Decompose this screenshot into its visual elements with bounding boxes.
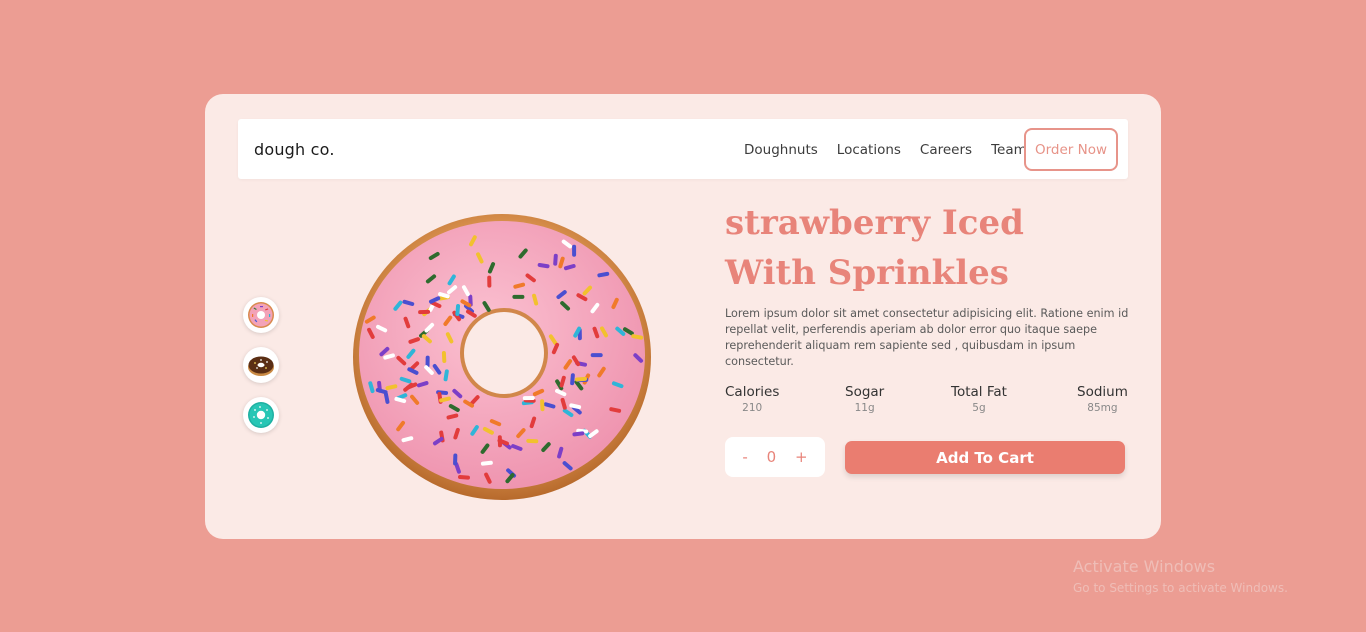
windows-activation-watermark: Activate Windows Go to Settings to activ… [1073,557,1288,595]
chocolate-donut-icon [248,356,274,376]
nutrition-value: 210 [742,402,763,414]
watermark-subtitle: Go to Settings to activate Windows. [1073,581,1288,595]
quantity-stepper: - 0 + [725,437,825,477]
mint-donut-icon [248,402,274,428]
nutrition-sodium: Sodium 85mg [1077,384,1128,414]
sprinkle [526,438,539,444]
nav-link-careers[interactable]: Careers [920,142,972,158]
quantity-value: 0 [766,448,777,466]
sprinkle [441,351,447,363]
product-card: dough co. Doughnuts Locations Careers Te… [205,94,1161,539]
nutrition-calories: Calories 210 [725,384,779,414]
chocolate-donut-thumb[interactable] [243,347,279,383]
navbar: dough co. Doughnuts Locations Careers Te… [238,119,1128,179]
sprinkle [487,275,492,288]
product-description: Lorem ipsum dolor sit amet consectetur a… [725,307,1129,368]
order-now-button[interactable]: Order Now [1024,128,1118,171]
nutrition-label: Sogar [845,384,885,400]
nutrition-total-fat: Total Fat 5g [951,384,1007,414]
product-title-line2: With Sprinkles [725,253,1009,293]
brand-logo[interactable]: dough co. [254,140,335,159]
nutrition-sugar: Sogar 11g [845,384,884,414]
strawberry-donut-icon [248,302,274,328]
donut-image [353,214,651,500]
nutrition-value: 11g [854,402,875,414]
decrement-button[interactable]: - [742,448,747,466]
nutrition-value: 85mg [1087,402,1118,414]
mint-donut-thumb[interactable] [243,397,279,433]
sprinkle [522,396,535,401]
nutrition-label: Calories [725,384,780,400]
nutrition-label: Total Fat [951,384,1007,400]
nav-link-team[interactable]: Team [991,142,1027,158]
sprinkle [553,253,558,266]
sprinkle [458,475,470,480]
nav-links: Doughnuts Locations Careers Team [744,142,1027,158]
strawberry-donut-thumb[interactable] [243,297,279,333]
sprinkle [512,294,525,299]
sprinkle [540,399,545,412]
add-to-cart-button[interactable]: Add To Cart [845,441,1125,474]
sprinkle [572,244,577,257]
nutrition-value: 5g [972,402,986,414]
nutrition-facts: Calories 210 Sogar 11g Total Fat 5g Sodi… [725,384,1128,418]
sprinkle [418,309,431,315]
nav-link-doughnuts[interactable]: Doughnuts [744,142,818,158]
watermark-title: Activate Windows [1073,557,1216,576]
product-title-line1: strawberry Iced [725,203,1024,243]
sprinkle [453,453,458,466]
nutrition-label: Sodium [1077,384,1128,400]
product-title: strawberry Iced With Sprinkles [725,198,1145,298]
nav-link-locations[interactable]: Locations [837,142,901,158]
increment-button[interactable]: + [795,448,808,466]
sprinkle [590,353,603,358]
